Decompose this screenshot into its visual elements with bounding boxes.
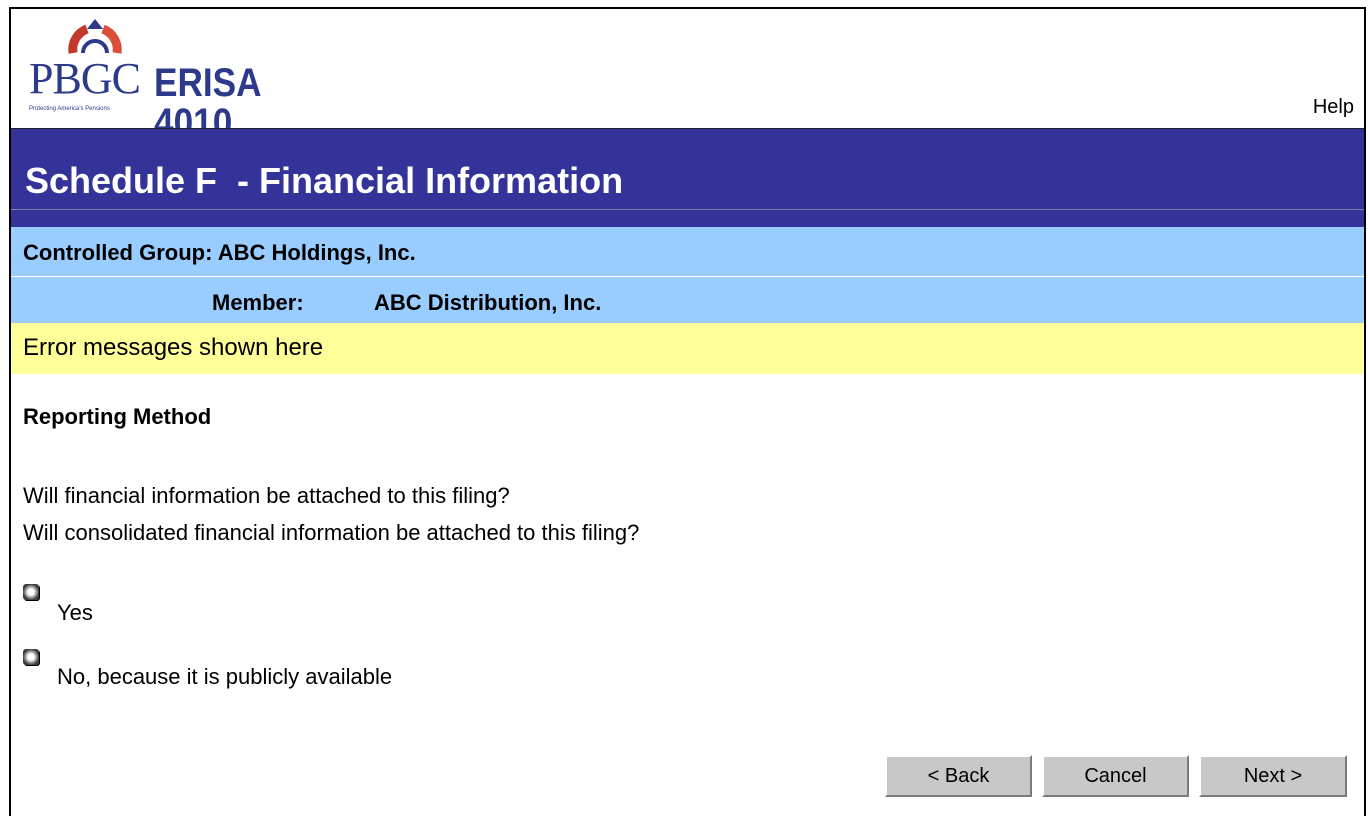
member-value: ABC Distribution, Inc. (374, 290, 602, 315)
page-header: PBGC ERISA 4010 Protecting America's Pen… (11, 9, 1364, 143)
back-button[interactable]: < Back (885, 755, 1032, 797)
controlled-group-bar: Controlled Group: ABC Holdings, Inc. (11, 227, 1364, 276)
next-button[interactable]: Next > (1199, 755, 1347, 797)
member-label: Member: (212, 290, 304, 315)
page-title: Schedule F - Financial Information (25, 160, 624, 201)
error-message-bar: Error messages shown here (11, 323, 1364, 374)
help-link[interactable]: Help (1313, 96, 1354, 119)
radio-no-publicly-available[interactable] (23, 649, 39, 665)
member-bar: Member: ABC Distribution, Inc. (11, 277, 1364, 323)
cancel-button[interactable]: Cancel (1042, 755, 1189, 797)
title-bar: Schedule F - Financial Information (11, 128, 1364, 228)
question-text: Will consolidated financial information … (23, 520, 640, 545)
question-text: Will financial information be attached t… (23, 483, 510, 508)
radio-no-label[interactable]: No, because it is publicly available (57, 664, 392, 690)
error-message-text: Error messages shown here (23, 334, 324, 361)
app-window: PBGC ERISA 4010 Protecting America's Pen… (9, 7, 1366, 816)
radio-yes[interactable] (23, 584, 39, 600)
title-divider (11, 209, 1364, 210)
pbgc-erisa-logo: PBGC ERISA 4010 Protecting America's Pen… (29, 19, 369, 143)
logo-arcs-icon (68, 19, 122, 54)
logo-brand: PBGC (29, 54, 141, 103)
radio-yes-label[interactable]: Yes (57, 600, 93, 626)
section-title: Reporting Method (23, 404, 212, 429)
controlled-group-text: Controlled Group: ABC Holdings, Inc. (23, 240, 416, 265)
logo-tagline: Protecting America's Pensions (29, 106, 110, 112)
